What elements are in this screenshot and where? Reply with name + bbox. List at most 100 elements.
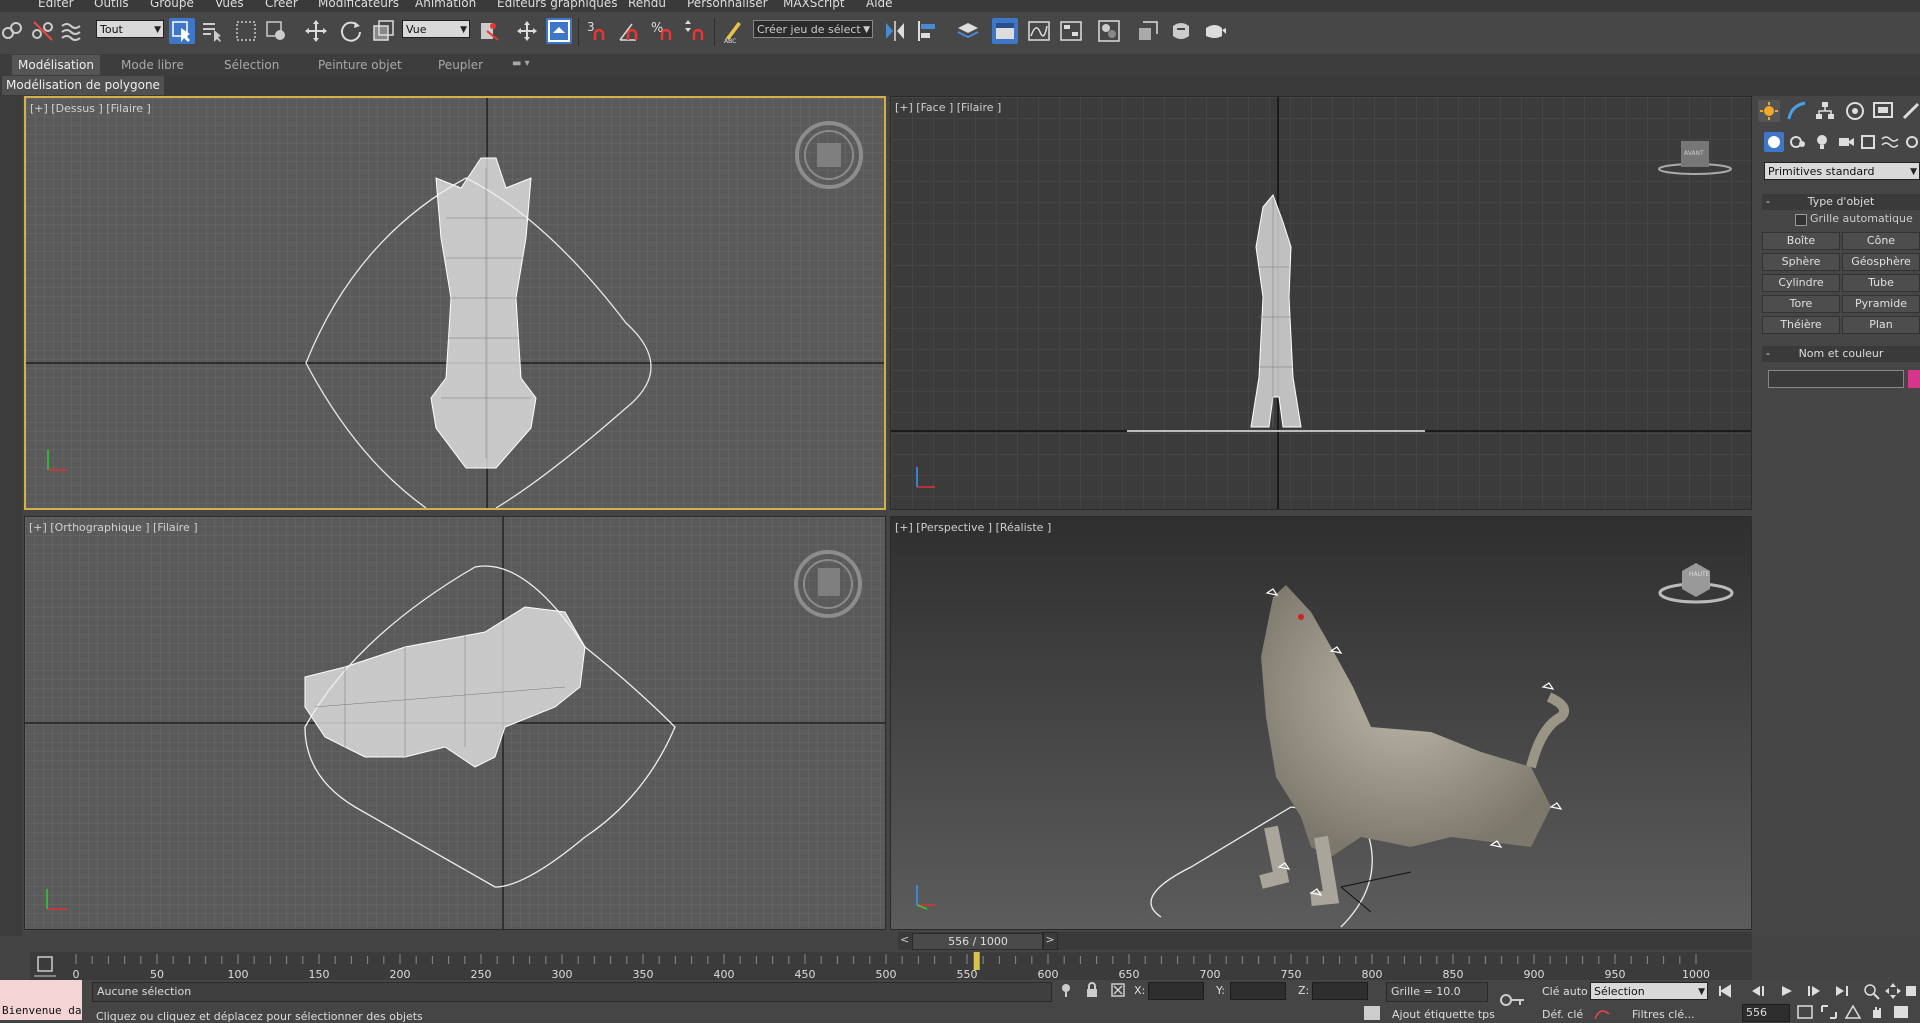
- box-button[interactable]: Boîte: [1762, 232, 1840, 250]
- go-to-end-icon[interactable]: [1834, 982, 1854, 1000]
- time-configuration-icon[interactable]: [1796, 1004, 1814, 1020]
- create-tab-icon[interactable]: [1758, 100, 1780, 122]
- systems-icon[interactable]: [1902, 132, 1920, 152]
- prev-frame-icon[interactable]: [1748, 982, 1768, 1000]
- sphere-button[interactable]: Sphère: [1762, 253, 1840, 271]
- curve-editor-icon[interactable]: [1026, 18, 1052, 44]
- geometry-icon[interactable]: [1764, 132, 1784, 152]
- viewport-persp-label[interactable]: [+] [Perspective ] [Réaliste ]: [895, 521, 1051, 534]
- tab-mode-libre[interactable]: Mode libre: [121, 58, 184, 72]
- cone-button[interactable]: Cône: [1842, 232, 1920, 250]
- angle-snap-icon[interactable]: [616, 18, 642, 44]
- shapes-icon[interactable]: [1788, 132, 1808, 152]
- time-slider[interactable]: < 556 / 1000 >: [898, 932, 1752, 950]
- menu-aide[interactable]: Aide: [866, 0, 893, 10]
- absolute-mode-icon[interactable]: [1110, 982, 1126, 998]
- viewport-top-label[interactable]: [+] [Dessus ] [Filaire ]: [30, 102, 151, 115]
- helpers-icon[interactable]: [1858, 132, 1878, 152]
- display-tab-icon[interactable]: [1872, 100, 1894, 122]
- hand-pan-icon[interactable]: [1868, 1004, 1886, 1020]
- add-time-tag-icon[interactable]: [1364, 1006, 1380, 1020]
- viewport-front-label[interactable]: [+] [Face ] [Filaire ]: [895, 101, 1001, 114]
- rendered-frame-window-icon[interactable]: [1168, 18, 1194, 44]
- menu-animation[interactable]: Animation: [415, 0, 476, 10]
- ribbon-options-icon[interactable]: ▬ ▾: [512, 58, 530, 69]
- layer-manager-icon[interactable]: [955, 18, 981, 44]
- render-setup-icon[interactable]: [1135, 18, 1161, 44]
- selection-filter-dropdown[interactable]: Tout ▼: [96, 20, 164, 38]
- ribbon-polygon-modeling[interactable]: Modélisation de polygone: [2, 76, 164, 95]
- torus-button[interactable]: Tore: [1762, 295, 1840, 313]
- autogrid-checkbox[interactable]: [1795, 214, 1807, 226]
- rectangular-selection-icon[interactable]: [233, 18, 259, 44]
- menu-personnaliser[interactable]: Personnaliser: [687, 0, 768, 10]
- menu-modificateurs[interactable]: Modificateurs: [318, 0, 399, 10]
- play-icon[interactable]: [1778, 982, 1798, 1000]
- select-manipulate-icon[interactable]: [514, 18, 540, 44]
- link-icon[interactable]: [0, 18, 26, 44]
- edit-named-selection-icon[interactable]: ABC: [720, 18, 746, 45]
- viewcube-front-label[interactable]: AVANT: [1684, 150, 1704, 157]
- viewport-top[interactable]: [+] [Dessus ] [Filaire ]: [24, 96, 886, 510]
- teapot-button[interactable]: Théière: [1762, 316, 1840, 334]
- viewport-perspective[interactable]: [+] [Perspective ] [Réaliste ] HAUTE: [890, 516, 1752, 930]
- material-editor-icon[interactable]: [1096, 18, 1122, 44]
- reference-coordinate-dropdown[interactable]: Vue ▼: [402, 20, 470, 38]
- x-coordinate-input[interactable]: [1148, 982, 1204, 1000]
- zoom-extents-icon[interactable]: [1862, 982, 1880, 1000]
- motion-tab-icon[interactable]: [1844, 100, 1866, 122]
- lights-icon[interactable]: [1812, 132, 1832, 152]
- cylinder-button[interactable]: Cylindre: [1762, 274, 1840, 292]
- rotate-icon[interactable]: [338, 18, 364, 44]
- time-prev-icon[interactable]: <: [900, 933, 909, 946]
- toggle-ribbon-icon[interactable]: [992, 18, 1018, 44]
- modify-tab-icon[interactable]: [1786, 100, 1808, 122]
- name-color-rollout-header[interactable]: - Nom et couleur: [1762, 346, 1920, 362]
- mirror-icon[interactable]: [882, 18, 908, 44]
- lock-selection-icon[interactable]: [1084, 982, 1100, 998]
- curve-editor-mini-icon[interactable]: [30, 952, 60, 980]
- next-frame-icon[interactable]: [1806, 982, 1826, 1000]
- zoom-region-icon[interactable]: [1820, 1004, 1838, 1020]
- plane-button[interactable]: Plan: [1842, 316, 1920, 334]
- orbit-icon[interactable]: [1904, 982, 1920, 1000]
- menu-rendu[interactable]: Rendu: [628, 0, 666, 10]
- select-object-icon[interactable]: [169, 18, 195, 44]
- tab-modelisation[interactable]: Modélisation: [12, 55, 100, 75]
- geosphere-button[interactable]: Géosphère: [1842, 253, 1920, 271]
- utilities-tab-icon[interactable]: [1900, 100, 1920, 122]
- object-color-swatch[interactable]: [1908, 370, 1920, 388]
- schematic-view-icon[interactable]: [1058, 18, 1084, 44]
- tab-peupler[interactable]: Peupler: [438, 58, 483, 72]
- unlink-icon[interactable]: [30, 18, 56, 44]
- pan-icon[interactable]: [1884, 982, 1902, 1000]
- spinner-snap-icon[interactable]: [682, 18, 708, 44]
- maximize-viewport-icon[interactable]: [1892, 1004, 1910, 1020]
- viewcube-persp-label[interactable]: HAUTE: [1689, 571, 1709, 578]
- pivot-center-icon[interactable]: [476, 18, 502, 44]
- z-coordinate-input[interactable]: [1312, 982, 1368, 1000]
- menu-vues[interactable]: Vues: [215, 0, 244, 10]
- time-next-icon[interactable]: >: [1042, 932, 1058, 950]
- viewport-orthographic[interactable]: [+] [Orthographique ] [Filaire ]: [24, 516, 886, 930]
- object-type-rollout-header[interactable]: - Type d'objet: [1762, 194, 1920, 210]
- field-of-view-icon[interactable]: [1844, 1004, 1862, 1020]
- key-selection-dropdown[interactable]: Sélection ▼: [1590, 982, 1708, 1000]
- move-icon[interactable]: [303, 18, 329, 44]
- scale-icon[interactable]: [370, 18, 396, 44]
- keyboard-shortcut-override-icon[interactable]: [546, 18, 572, 44]
- percent-snap-icon[interactable]: %: [650, 18, 676, 44]
- pyramid-button[interactable]: Pyramide: [1842, 295, 1920, 313]
- viewport-ortho-label[interactable]: [+] [Orthographique ] [Filaire ]: [29, 521, 198, 534]
- maxscript-listener[interactable]: Bienvenue da: [0, 980, 82, 1020]
- viewport-front[interactable]: [+] [Face ] [Filaire ] AVANT: [890, 96, 1752, 510]
- current-frame-marker[interactable]: [973, 952, 980, 970]
- auto-key-button[interactable]: Clé auto: [1542, 985, 1588, 998]
- key-filters-button[interactable]: Filtres clé...: [1632, 1008, 1695, 1021]
- select-by-name-icon[interactable]: [199, 18, 225, 44]
- key-icon[interactable]: [1500, 992, 1526, 1008]
- bind-space-warp-icon[interactable]: [58, 18, 84, 44]
- menu-editer[interactable]: Editer: [38, 0, 74, 10]
- time-slider-thumb[interactable]: 556 / 1000: [912, 933, 1044, 950]
- named-selection-dropdown[interactable]: Créer jeu de sélect ▼: [753, 20, 873, 38]
